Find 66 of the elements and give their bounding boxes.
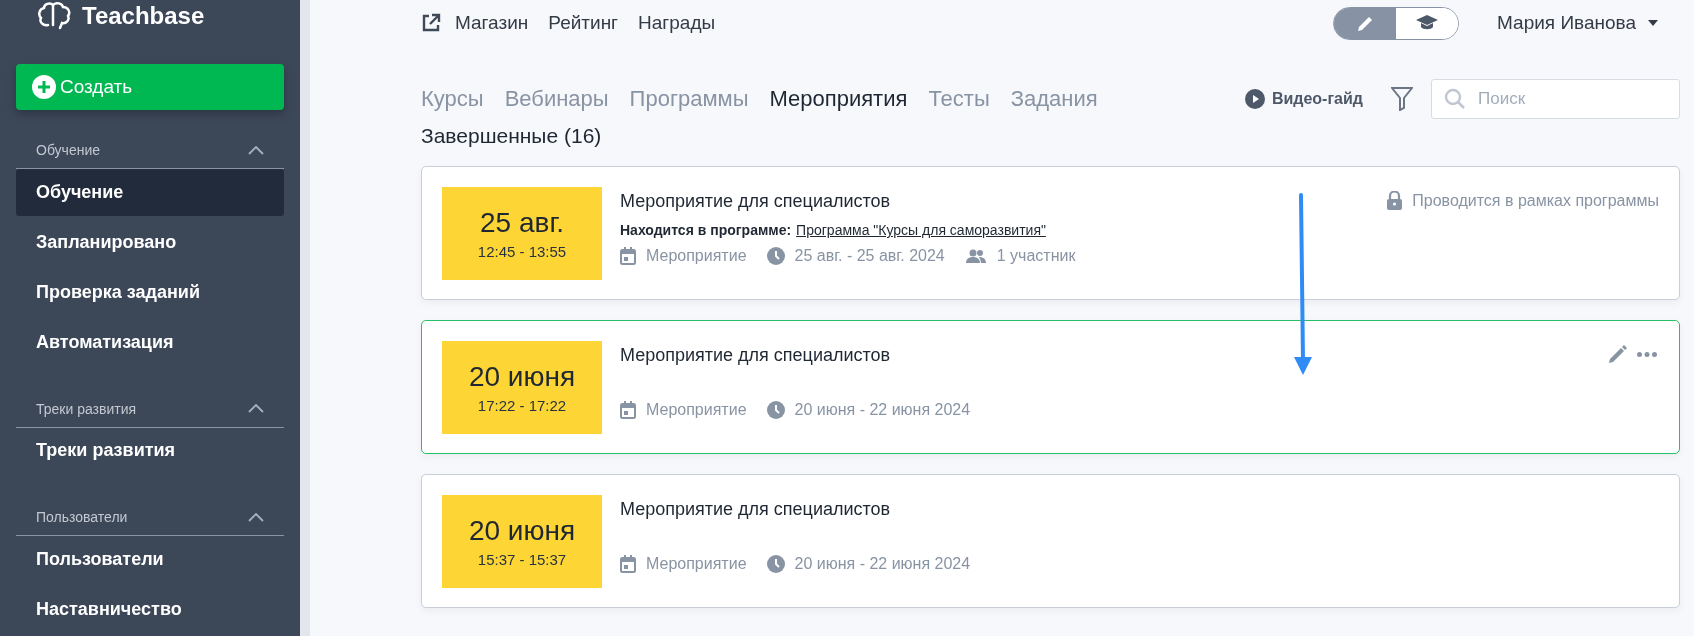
section-title: Обучение (36, 142, 101, 159)
meta-text: 20 июня - 22 июня 2024 (794, 401, 971, 419)
caret-icon (1648, 20, 1658, 26)
lock-icon (1387, 191, 1403, 210)
clock-icon (766, 401, 785, 419)
top-link[interactable]: Рейтинг (548, 12, 619, 34)
top-link[interactable]: Магазин (455, 12, 529, 34)
event-day: 20 июня (468, 515, 576, 547)
meta-text: Мероприятие (646, 555, 747, 573)
section-heading: Завершенные (16) (421, 124, 603, 149)
calendar-icon (620, 555, 636, 573)
graduation-cap-icon (1416, 15, 1439, 31)
meta-text: 25 авг. - 25 авг. 2024 (794, 247, 945, 265)
external-link-icon[interactable] (421, 13, 441, 33)
mode-toggle-segment[interactable] (1396, 7, 1459, 39)
event-time: 17:22 - 17:22 (477, 397, 567, 414)
more-button[interactable] (1637, 352, 1657, 357)
search-field[interactable]: Поиск (1431, 79, 1680, 119)
chevron-up-icon[interactable] (248, 145, 264, 155)
sidebar-item[interactable]: Пользователи (16, 536, 284, 584)
section-title: Треки развития (36, 400, 137, 417)
sidebar-item[interactable]: Треки развития (16, 427, 284, 475)
program-link[interactable]: Программа "Курсы для саморазвития" (796, 222, 1046, 238)
search-icon (1444, 88, 1466, 110)
event-card[interactable]: 20 июня 15:37 - 15:37 Мероприятие для специалистов Мероприятие 20 июня - 22 июня 2024 (421, 474, 1680, 608)
video-guide-button[interactable]: Видео-гайд (1238, 88, 1369, 110)
pencil-icon (1356, 14, 1374, 32)
event-card[interactable]: 25 авг. 12:45 - 13:55 Мероприятие для специалистов Находится в программе: Программа "Курсы для саморазвития" Мероприятие 25 авг. - 25 авг. 2024 1 участник Проводится в рамках программы (421, 166, 1680, 300)
plus-circle-icon (32, 75, 56, 100)
program-label: Находится в программе: (620, 222, 792, 238)
people-icon (964, 249, 987, 263)
sidebar-item[interactable]: Наставничество (16, 586, 284, 634)
chevron-up-icon[interactable] (248, 404, 264, 414)
event-title: Мероприятие для специалистов (620, 191, 891, 212)
event-time: 12:45 - 13:55 (477, 243, 567, 260)
calendar-icon (620, 401, 636, 419)
clock-icon (766, 555, 785, 573)
mode-toggle-segment[interactable] (1334, 7, 1397, 39)
sidebar-item[interactable]: Проверка заданий (16, 268, 284, 316)
section-title: Пользователи (36, 509, 128, 526)
chevron-up-icon[interactable] (248, 512, 264, 522)
clock-icon (766, 247, 785, 265)
meta-text: 1 участник (996, 247, 1076, 265)
top-link[interactable]: Награды (638, 12, 716, 34)
sidebar-item[interactable]: Запланировано (16, 219, 284, 266)
meta-text: Мероприятие (646, 401, 747, 419)
event-card[interactable]: 20 июня 17:22 - 17:22 Мероприятие для специалистов Мероприятие 20 июня - 22 июня 2024 (421, 320, 1680, 454)
tab[interactable]: Мероприятия (769, 86, 908, 112)
sidebar-item[interactable]: Обучение (16, 169, 284, 216)
logo-text: Teachbase (82, 1, 205, 30)
event-title: Мероприятие для специалистов (620, 345, 891, 366)
sidebar-item[interactable]: Автоматизация (16, 318, 284, 366)
event-time: 15:37 - 15:37 (477, 551, 567, 568)
event-day: 25 авг. (480, 207, 564, 239)
meta-text: 20 июня - 22 июня 2024 (794, 555, 971, 573)
edit-button[interactable] (1608, 345, 1627, 364)
event-title: Мероприятие для специалистов (620, 499, 891, 520)
play-icon (1244, 89, 1265, 109)
user-menu[interactable]: Мария Иванова (1497, 12, 1680, 34)
event-day: 20 июня (468, 361, 576, 393)
calendar-icon (620, 247, 636, 265)
filter-icon[interactable] (1391, 87, 1413, 111)
pencil-icon (1608, 345, 1627, 364)
meta-text: Мероприятие (646, 247, 747, 265)
more-icon (1637, 352, 1657, 357)
program-note: Проводится в рамках программы (1412, 191, 1659, 210)
